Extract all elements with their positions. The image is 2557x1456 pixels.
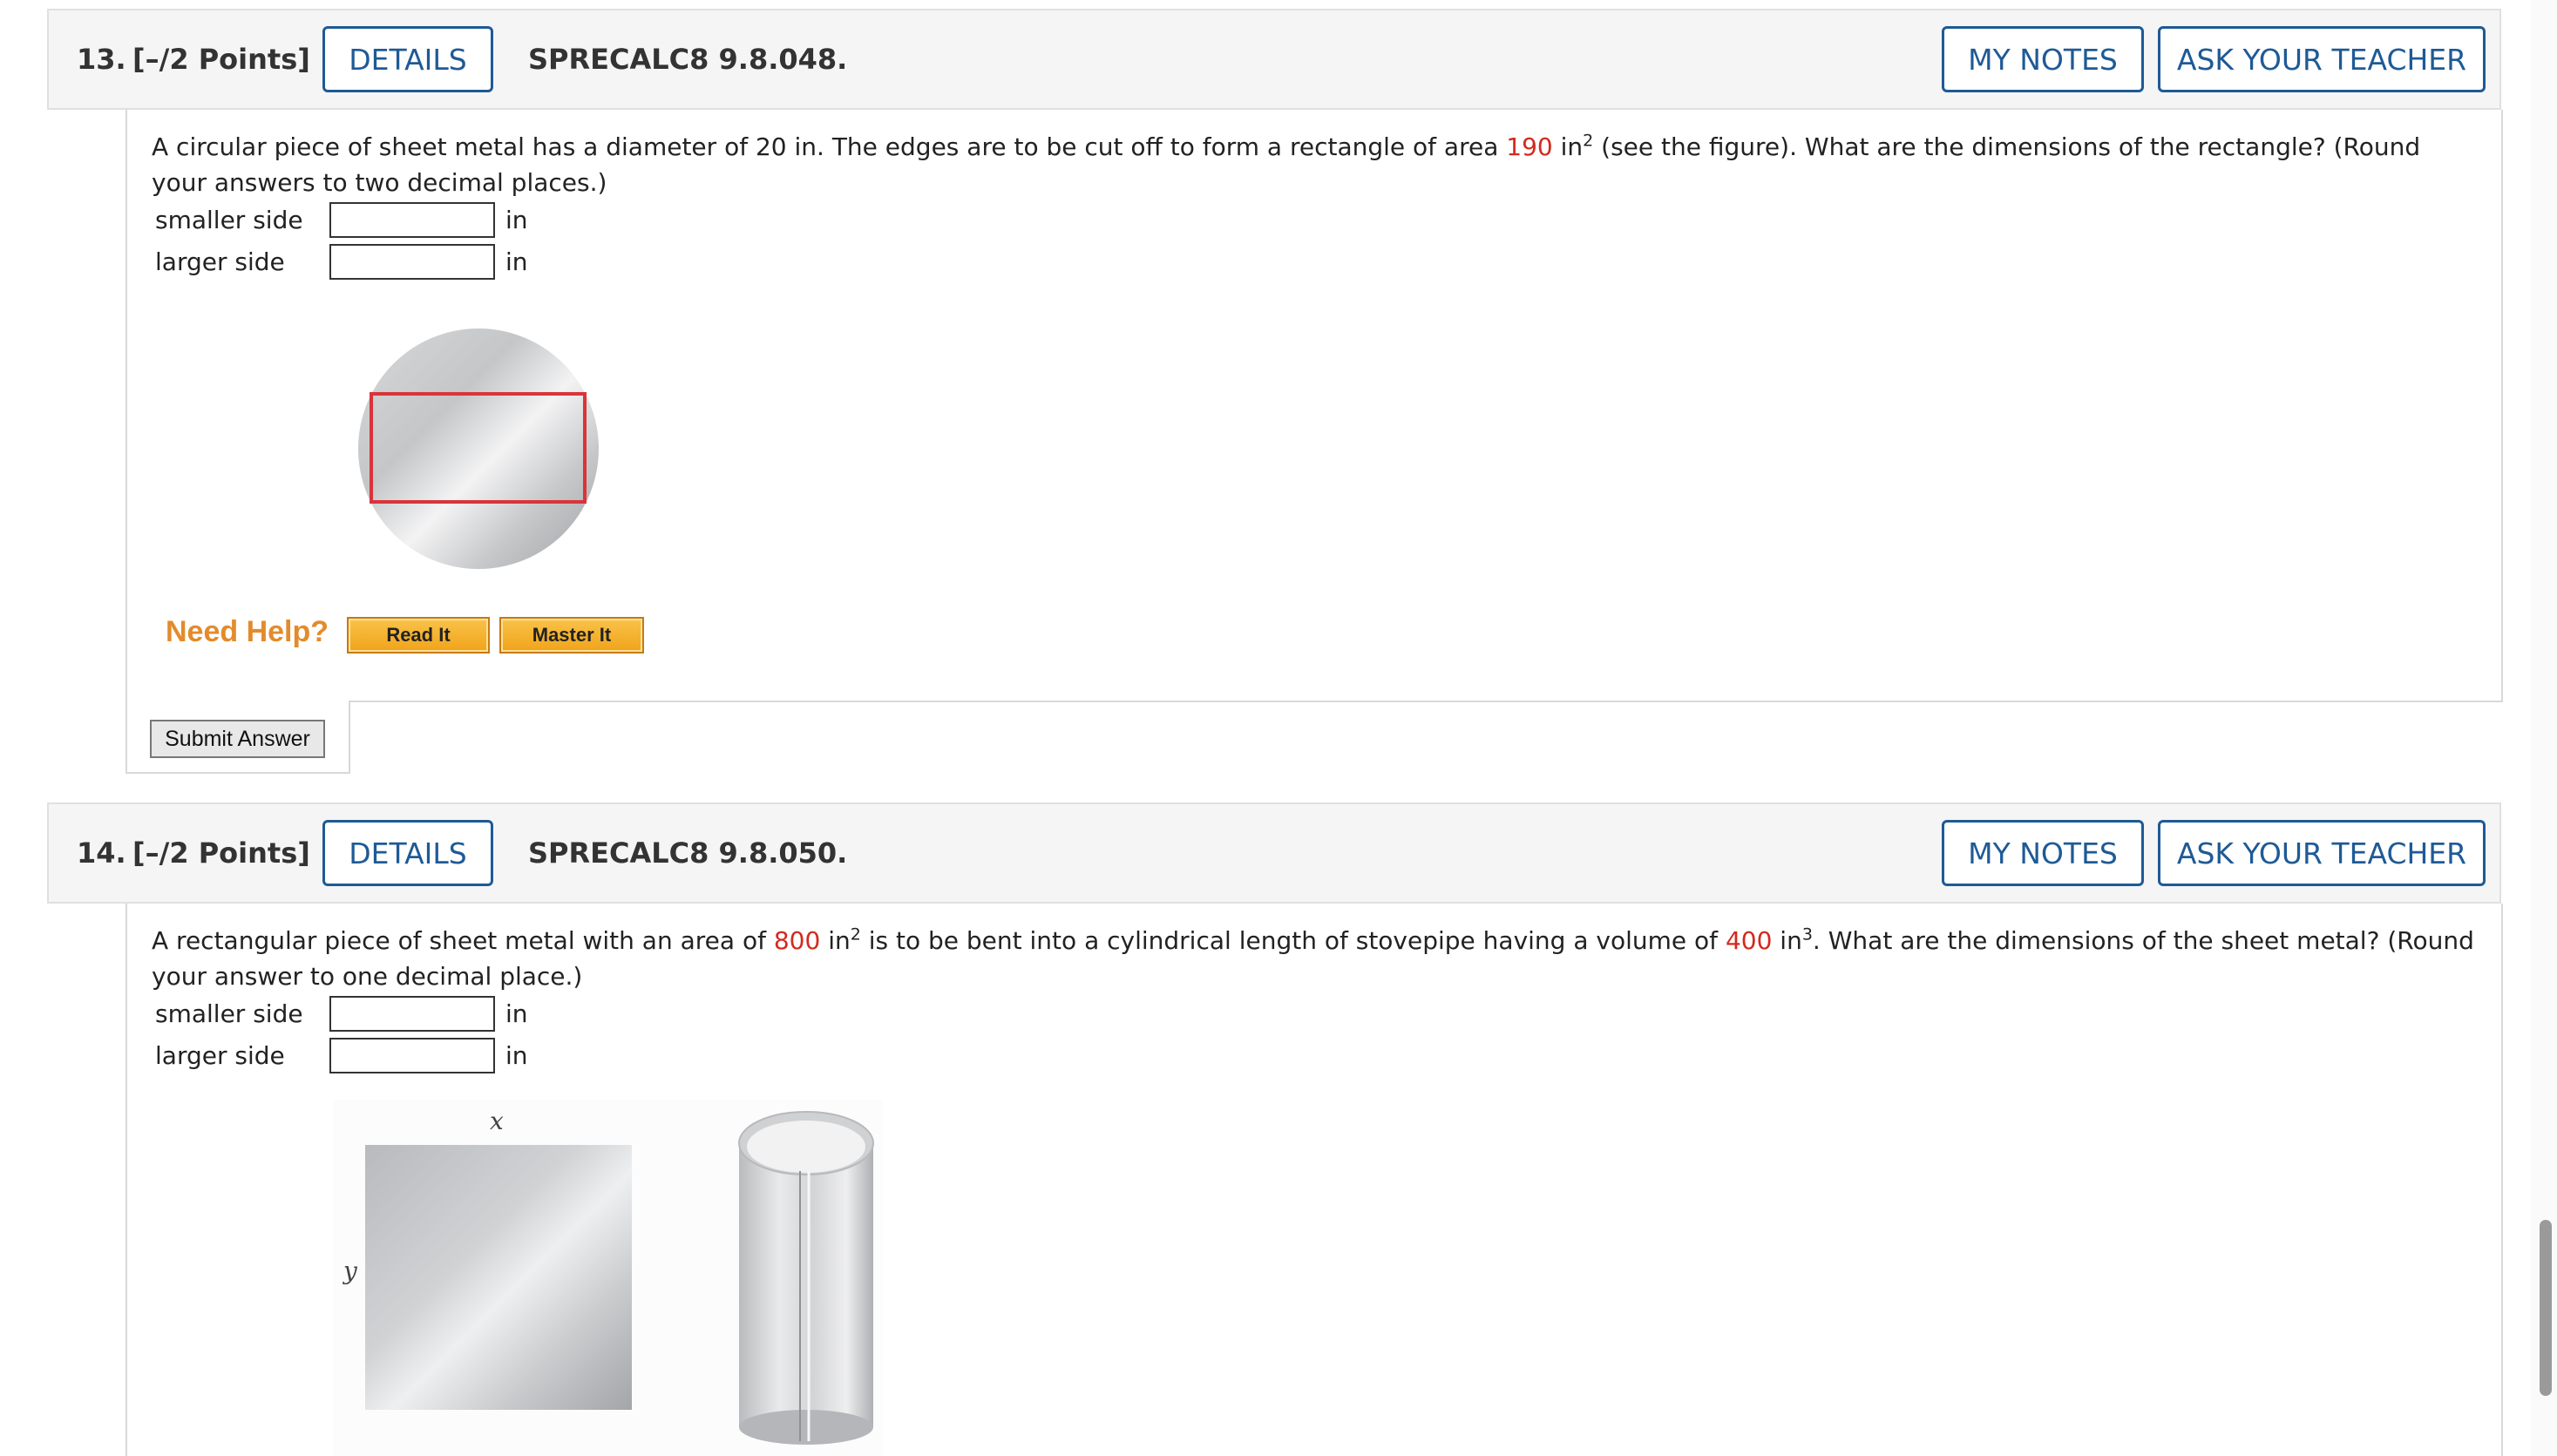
q14-larger-side-input[interactable] [329,1038,495,1073]
q14-header: 14. [–/2 Points] DETAILS SPRECALC8 9.8.0… [47,802,2501,904]
q13-header: 13. [–/2 Points] DETAILS SPRECALC8 9.8.0… [47,9,2501,110]
q14-larger-unit: in [505,1041,528,1070]
q14-smaller-side-input[interactable] [329,996,495,1032]
q14-volume-value: 400 [1725,926,1773,955]
q13-larger-side-input[interactable] [329,244,495,280]
q13-figure-circle-rectangle [358,328,599,569]
q13-submit-answer-button[interactable]: Submit Answer [150,720,325,758]
q14-area-value: 800 [773,926,821,955]
q13-question-text: A circular piece of sheet metal has a di… [152,131,2421,197]
q14-question-text: A rectangular piece of sheet metal with … [152,924,2474,991]
q13-larger-side-label: larger side [155,247,285,276]
q14-smaller-side-label: smaller side [155,999,303,1028]
q13-need-help-label: Need Help? [166,615,329,648]
q14-my-notes-button[interactable]: MY NOTES [1942,820,2144,886]
q13-smaller-unit: in [505,206,528,234]
q13-ask-teacher-button[interactable]: ASK YOUR TEACHER [2158,26,2486,92]
q13-read-it-button[interactable]: Read It [347,617,490,654]
q14-details-button[interactable]: DETAILS [322,820,493,886]
q14-problem-code: SPRECALC8 9.8.050. [528,836,848,870]
q13-problem-code: SPRECALC8 9.8.048. [528,43,848,76]
q13-area-value: 190 [1506,132,1553,161]
metal-sheet [365,1145,632,1410]
vertical-scrollbar[interactable] [2531,0,2557,1456]
scrollbar-thumb[interactable] [2540,1220,2552,1396]
q13-smaller-side-input[interactable] [329,202,495,238]
q13-master-it-button[interactable]: Master It [499,617,644,654]
q13-my-notes-button[interactable]: MY NOTES [1942,26,2144,92]
metal-disc [358,328,599,569]
q14-smaller-unit: in [505,999,528,1028]
q14-figure-sheet-and-pipe [365,1111,874,1445]
q13-number: 13. [77,43,126,76]
q14-larger-side-label: larger side [155,1041,285,1070]
q13-larger-unit: in [505,247,528,276]
q14-number: 14. [77,836,126,870]
q14-points: [–/2 Points] [132,836,310,870]
q13-details-button[interactable]: DETAILS [322,26,493,92]
q13-points: [–/2 Points] [132,43,310,76]
q13-smaller-side-label: smaller side [155,206,303,234]
q14-ask-teacher-button[interactable]: ASK YOUR TEACHER [2158,820,2486,886]
stovepipe-cylinder [738,1111,874,1445]
